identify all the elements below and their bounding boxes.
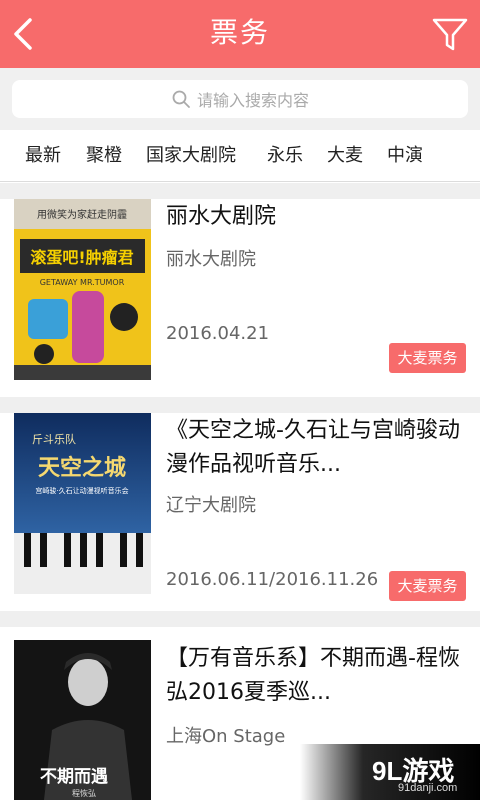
- event-title: 【万有音乐系】不期而遇-程恢弘2016夏季巡...: [166, 646, 460, 705]
- event-poster: 用微笑为家赶走阴霾 滚蛋吧!肿瘤君 GETAWAY MR.TUMOR: [14, 199, 151, 380]
- event-item[interactable]: 用微笑为家赶走阴霾 滚蛋吧!肿瘤君 GETAWAY MR.TUMOR 丽水大剧院…: [0, 199, 480, 397]
- poster-tagline: 用微笑为家赶走阴霾: [37, 208, 127, 221]
- tab-yongle[interactable]: 永乐: [267, 130, 303, 182]
- event-poster: 斤斗乐队 天空之城 宫崎骏·久石让动漫视听音乐会: [14, 413, 151, 594]
- tab-juchen[interactable]: 聚橙: [86, 130, 122, 182]
- divider: [0, 183, 480, 199]
- event-venue: 丽水大剧院: [166, 249, 256, 270]
- event-date: 2016.06.11/2016.11.26: [166, 569, 379, 590]
- search-placeholder: 请输入搜索内容: [196, 91, 309, 110]
- poster-title: 天空之城: [38, 455, 126, 481]
- search-bar: 请输入搜索内容: [0, 68, 480, 130]
- filter-button[interactable]: [420, 0, 480, 68]
- event-venue: 上海On Stage: [166, 726, 286, 747]
- ticket-badge[interactable]: 大麦票务: [389, 571, 466, 601]
- search-icon: [172, 90, 190, 108]
- funnel-filter-icon: [432, 18, 468, 51]
- chevron-left-icon: [14, 18, 32, 50]
- divider: [0, 611, 480, 627]
- watermark-url: 91danji.com: [398, 782, 458, 794]
- search-input[interactable]: 请输入搜索内容: [12, 80, 468, 118]
- poster-title: 不期而遇: [40, 767, 108, 787]
- tab-latest[interactable]: 最新: [25, 130, 61, 182]
- event-title: 《天空之城-久石让与宫崎骏动漫作品视听音乐...: [166, 418, 460, 477]
- divider: [0, 397, 480, 413]
- event-venue: 辽宁大剧院: [166, 495, 256, 516]
- event-date: 2016.04.21: [166, 323, 270, 344]
- poster-subtitle: GETAWAY MR.TUMOR: [40, 278, 125, 287]
- event-poster: 不期而遇 程恢弘: [14, 640, 151, 800]
- tab-zhongyan[interactable]: 中演: [387, 130, 423, 182]
- back-button[interactable]: [0, 0, 56, 68]
- ticket-badge[interactable]: 大麦票务: [389, 343, 466, 373]
- poster-subtitle: 宫崎骏·久石让动漫视听音乐会: [35, 486, 128, 495]
- tab-damai[interactable]: 大麦: [327, 130, 363, 182]
- event-title: 丽水大剧院: [166, 204, 277, 229]
- category-tabs: 最新 聚橙 国家大剧院 永乐 大麦 中演: [0, 130, 480, 182]
- poster-subtitle: 程恢弘: [72, 788, 96, 798]
- tab-national-theater[interactable]: 国家大剧院: [146, 130, 236, 182]
- poster-tagline: 斤斗乐队: [32, 432, 76, 446]
- poster-title: 滚蛋吧!肿瘤君: [30, 248, 133, 267]
- top-bar: [0, 0, 480, 68]
- event-item[interactable]: 斤斗乐队 天空之城 宫崎骏·久石让动漫视听音乐会 《天空之城-久石让与宫崎骏动漫…: [0, 413, 480, 611]
